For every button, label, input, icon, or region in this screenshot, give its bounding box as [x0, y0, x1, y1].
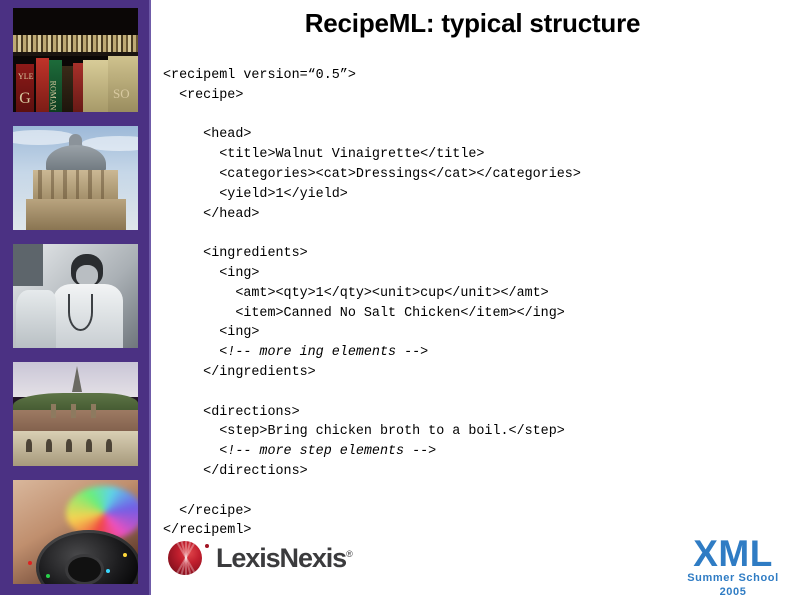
lexisnexis-logo: LexisNexis®	[168, 541, 353, 575]
lexisnexis-wordmark-text: LexisNexis	[216, 542, 347, 573]
photo-sidebar: YLE ROMAN SO G	[0, 0, 151, 595]
xml-wordmark: XML	[693, 533, 773, 574]
code-line: </head>	[163, 206, 260, 222]
code-line: <!-- more ing elements -->	[163, 345, 429, 361]
slide: YLE ROMAN SO G RecipeML: typical structu…	[0, 0, 794, 595]
sidebar-thumbnail-doctor	[13, 244, 138, 348]
sidebar-thumbnail-oxford-rooftops	[13, 362, 138, 466]
code-line: <step>Bring chicken broth to a boil.</st…	[163, 424, 565, 440]
code-line: <directions>	[163, 404, 300, 420]
code-line: <head>	[163, 127, 252, 143]
code-block: <recipeml version=“0.5”> <recipe> <head>…	[163, 66, 788, 541]
lexisnexis-sphere-icon	[168, 541, 202, 575]
code-line: </recipe>	[163, 503, 252, 519]
lexisnexis-accent-dot-icon	[205, 544, 209, 548]
lexisnexis-wordmark: LexisNexis®	[216, 542, 353, 574]
code-line: </directions>	[163, 463, 308, 479]
lexisnexis-registered-mark: ®	[346, 548, 353, 559]
code-line: <categories><cat>Dressings</cat></catego…	[163, 166, 581, 182]
code-line: <recipe>	[163, 87, 244, 103]
code-line: <recipeml version=“0.5”>	[163, 68, 356, 83]
code-line: <item>Canned No Salt Chicken</item></ing…	[163, 305, 565, 321]
sidebar-thumbnail-bookshelf: YLE ROMAN SO G	[13, 8, 138, 112]
code-line: <ing>	[163, 325, 260, 341]
code-line: <title>Walnut Vinaigrette</title>	[163, 147, 485, 163]
slide-title: RecipeML: typical structure	[304, 8, 641, 38]
code-line: <ingredients>	[163, 246, 308, 262]
code-line: <amt><qty>1</qty><unit>cup</unit></amt>	[163, 285, 549, 301]
code-line: <yield>1</yield>	[163, 186, 348, 202]
xml-subtitle: Summer School 2005	[687, 572, 779, 595]
code-line: <!-- more step elements -->	[163, 444, 437, 460]
code-line: </ingredients>	[163, 364, 316, 380]
sidebar-thumbnail-cd-disc	[13, 480, 138, 584]
xml-summer-school-logo: XML Summer School 2005	[672, 533, 794, 595]
sidebar-thumbnail-radcliffe-camera	[13, 126, 138, 230]
code-line: <ing>	[163, 265, 260, 281]
